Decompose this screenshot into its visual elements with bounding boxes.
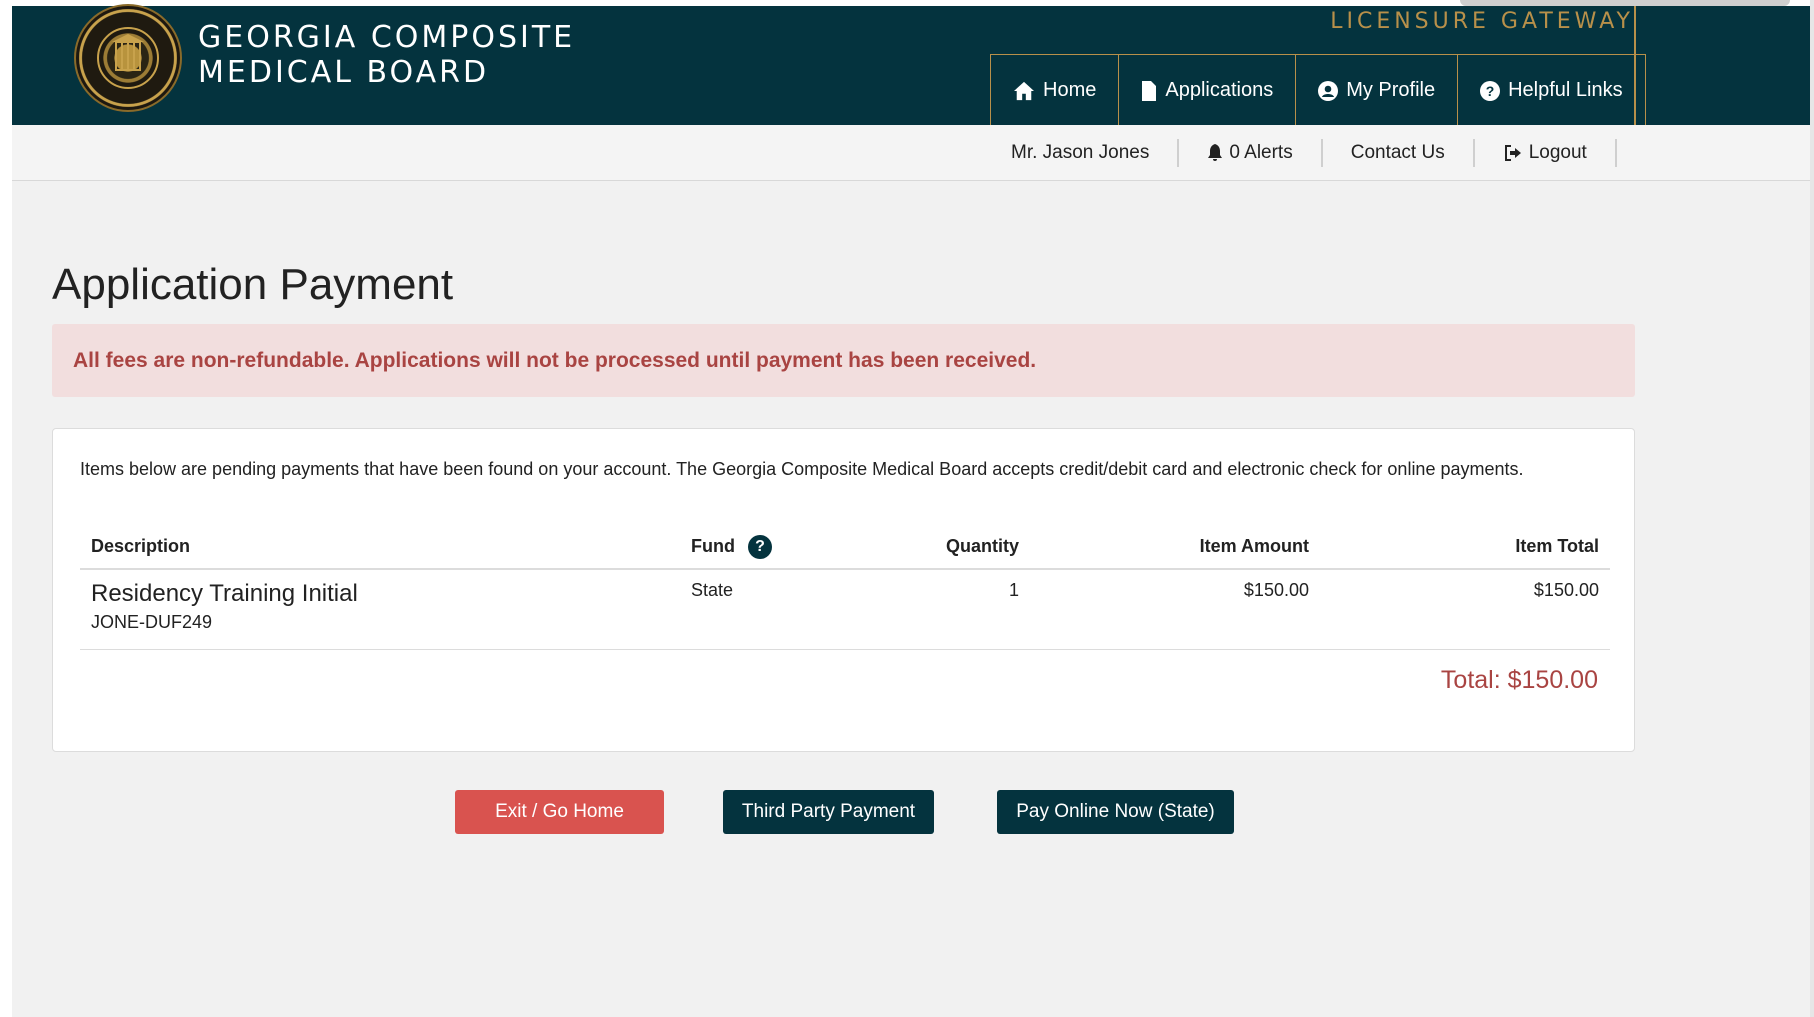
- col-item-total: Item Total: [1320, 525, 1610, 570]
- user-links: Mr. Jason Jones 0 Alerts Contact Us Logo…: [993, 125, 1617, 181]
- col-fund: Fund ?: [680, 525, 880, 570]
- home-icon: [1014, 81, 1034, 100]
- bell-icon: [1208, 144, 1223, 161]
- row-description: Residency Training Initial JONE-DUF249: [80, 569, 680, 650]
- col-quantity: Quantity: [880, 525, 1030, 570]
- fee-reference: JONE-DUF249: [91, 612, 213, 632]
- third-party-payment-button[interactable]: Third Party Payment: [723, 790, 934, 834]
- site-title-line2: MEDICAL BOARD: [198, 55, 490, 90]
- question-circle-icon: ?: [1480, 80, 1501, 101]
- gateway-label: LICENSURE GATEWAY: [1330, 9, 1634, 34]
- table-row: Residency Training Initial JONE-DUF249 S…: [80, 569, 1610, 650]
- row-item-total: $150.00: [1320, 569, 1610, 650]
- exit-go-home-button[interactable]: Exit / Go Home: [455, 790, 664, 834]
- nav-home-label: Home: [1043, 79, 1097, 101]
- nav-applications-label: Applications: [1165, 79, 1274, 101]
- svg-text:?: ?: [1486, 83, 1495, 99]
- site-header: GEORGIA COMPOSITE MEDICAL BOARD LICENSUR…: [12, 4, 1810, 126]
- refund-alert: All fees are non-refundable. Application…: [52, 324, 1635, 397]
- row-fund: State: [680, 569, 880, 650]
- contact-us-link[interactable]: Contact Us: [1323, 139, 1475, 167]
- user-name: Mr. Jason Jones: [1011, 142, 1150, 163]
- document-icon: [1142, 80, 1157, 101]
- row-quantity: 1: [880, 569, 1030, 650]
- site-title-line1: GEORGIA COMPOSITE: [198, 20, 576, 55]
- payment-total: Total: $150.00: [1440, 666, 1598, 694]
- user-name-link[interactable]: Mr. Jason Jones: [993, 139, 1180, 167]
- pay-online-now-button[interactable]: Pay Online Now (State): [997, 790, 1234, 834]
- logout-label: Logout: [1528, 142, 1587, 163]
- scrollbar-track[interactable]: [1810, 0, 1814, 1017]
- payment-intro: Items below are pending payments that ha…: [80, 459, 1524, 479]
- fee-description: Residency Training Initial: [91, 580, 358, 607]
- contact-us-label: Contact Us: [1350, 142, 1445, 163]
- state-seal-icon[interactable]: [74, 4, 182, 112]
- col-item-amount: Item Amount: [1030, 525, 1320, 570]
- fund-help-icon[interactable]: ?: [748, 534, 772, 559]
- alerts-link[interactable]: 0 Alerts: [1179, 139, 1323, 167]
- payment-table: Description Fund ? Quantity Item Amount …: [80, 525, 1610, 650]
- site-title[interactable]: GEORGIA COMPOSITE MEDICAL BOARD: [198, 20, 575, 90]
- nav-my-profile-label: My Profile: [1346, 79, 1436, 101]
- table-header-row: Description Fund ? Quantity Item Amount …: [80, 525, 1610, 570]
- col-description: Description: [80, 525, 680, 570]
- main-nav: Home Applications My Profile ? Helpful L…: [990, 54, 1646, 126]
- nav-applications[interactable]: Applications: [1118, 55, 1295, 126]
- browser-viewport: GEORGIA COMPOSITE MEDICAL BOARD LICENSUR…: [12, 4, 1810, 1017]
- logout-link[interactable]: Logout: [1475, 139, 1617, 167]
- sign-out-icon: [1504, 145, 1521, 161]
- alerts-label: 0 Alerts: [1229, 142, 1293, 163]
- row-item-amount: $150.00: [1030, 569, 1320, 650]
- nav-home[interactable]: Home: [990, 55, 1118, 126]
- nav-helpful-links-label: Helpful Links: [1508, 79, 1623, 101]
- col-fund-label: Fund: [691, 535, 735, 556]
- user-circle-icon: [1318, 80, 1339, 101]
- user-bar: Mr. Jason Jones 0 Alerts Contact Us Logo…: [12, 125, 1810, 181]
- nav-my-profile[interactable]: My Profile: [1295, 55, 1457, 126]
- payment-panel: Items below are pending payments that ha…: [52, 428, 1635, 752]
- page-title: Application Payment: [52, 260, 454, 309]
- nav-helpful-links[interactable]: ? Helpful Links: [1457, 55, 1646, 126]
